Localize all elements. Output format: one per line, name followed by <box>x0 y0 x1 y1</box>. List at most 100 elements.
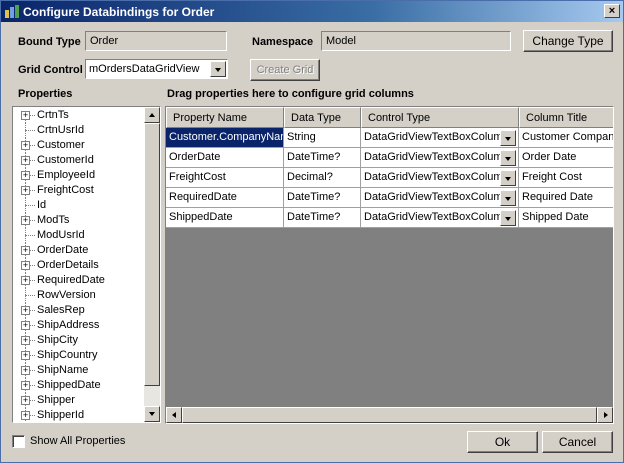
tree-item-label: ShippedDate <box>37 379 101 391</box>
chevron-down-icon[interactable] <box>500 210 516 226</box>
expand-icon[interactable]: + <box>21 351 30 360</box>
grid-control-select[interactable]: mOrdersDataGridView <box>85 59 228 79</box>
tree-item[interactable]: + ShipName <box>13 363 143 378</box>
cell-data-type[interactable]: DateTime? <box>284 188 361 208</box>
expand-icon[interactable]: + <box>21 276 30 285</box>
tree-item[interactable]: + CrtnTs <box>13 108 143 123</box>
tree-item-label: FreightCost <box>37 184 94 196</box>
expand-icon[interactable]: + <box>21 186 30 195</box>
column-header-column-title[interactable]: Column Title <box>519 107 613 128</box>
properties-tree[interactable]: + CrtnTs CrtnUsrId + Customer + CustomerId + Emp… <box>12 106 161 423</box>
tree-item[interactable]: CrtnUsrId <box>13 123 143 138</box>
tree-item[interactable]: + Shipper <box>13 393 143 408</box>
cell-control-type[interactable]: DataGridViewTextBoxColumn <box>361 148 519 168</box>
tree-vertical-scrollbar[interactable] <box>144 107 160 422</box>
tree-item[interactable]: + ShipCountry <box>13 348 143 363</box>
tree-item[interactable]: ModUsrId <box>13 228 143 243</box>
expand-icon[interactable]: + <box>21 381 30 390</box>
cell-data-type[interactable]: DateTime? <box>284 148 361 168</box>
tree-item-label: CrtnUsrId <box>37 124 85 136</box>
expand-icon[interactable]: + <box>21 396 30 405</box>
cell-data-type[interactable]: String <box>284 128 361 148</box>
app-icon <box>5 5 19 18</box>
create-grid-button[interactable]: Create Grid <box>250 59 320 81</box>
scroll-up-icon[interactable] <box>144 107 160 123</box>
tree-item[interactable]: + SalesRep <box>13 303 143 318</box>
tree-item-label: ModUsrId <box>37 229 85 241</box>
change-type-button[interactable]: Change Type <box>523 30 613 52</box>
cell-column-title[interactable]: Freight Cost <box>519 168 613 188</box>
expand-icon[interactable]: + <box>21 366 30 375</box>
cell-column-title[interactable]: Shipped Date <box>519 208 613 228</box>
chevron-down-icon[interactable] <box>500 150 516 166</box>
scroll-right-icon[interactable] <box>597 407 613 423</box>
tree-item[interactable]: + RequiredDate <box>13 273 143 288</box>
tree-item[interactable]: + ShippedDate <box>13 378 143 393</box>
tree-item[interactable]: + ShipAddress <box>13 318 143 333</box>
show-all-properties-checkbox[interactable] <box>12 435 25 448</box>
tree-item-label: Customer <box>37 139 85 151</box>
scroll-thumb[interactable] <box>144 123 160 386</box>
expand-icon[interactable]: + <box>21 411 30 420</box>
cell-column-title[interactable]: Customer Company Name <box>519 128 613 148</box>
grid-instruction: Drag properties here to configure grid c… <box>167 88 414 100</box>
tree-item[interactable]: + Customer <box>13 138 143 153</box>
expand-icon[interactable]: + <box>21 111 30 120</box>
expand-icon[interactable]: + <box>21 261 30 270</box>
column-header-property-name[interactable]: Property Name <box>166 107 284 128</box>
cell-property-name[interactable]: RequiredDate <box>166 188 284 208</box>
scroll-left-icon[interactable] <box>166 407 182 423</box>
cell-property-name[interactable]: Customer.CompanyName <box>166 128 284 148</box>
tree-item[interactable]: + EmployeeId <box>13 168 143 183</box>
cell-data-type[interactable]: DateTime? <box>284 208 361 228</box>
tree-item[interactable]: + OrderDate <box>13 243 143 258</box>
cell-control-type[interactable]: DataGridViewTextBoxColumn <box>361 188 519 208</box>
column-header-data-type[interactable]: Data Type <box>284 107 361 128</box>
tree-item[interactable]: RowVersion <box>13 288 143 303</box>
tree-item-label: ShipAddress <box>37 319 100 331</box>
tree-branch-line <box>25 235 35 236</box>
tree-item-label: Shipper <box>37 394 75 406</box>
expand-icon[interactable]: + <box>21 141 30 150</box>
cell-control-type[interactable]: DataGridViewTextBoxColumn <box>361 128 519 148</box>
tree-item[interactable]: + FreightCost <box>13 183 143 198</box>
tree-item[interactable]: + OrderDetails <box>13 258 143 273</box>
cell-control-type[interactable]: DataGridViewTextBoxColumn <box>361 168 519 188</box>
cell-property-name[interactable]: FreightCost <box>166 168 284 188</box>
expand-icon[interactable]: + <box>21 336 30 345</box>
expand-icon[interactable]: + <box>21 171 30 180</box>
cancel-button[interactable]: Cancel <box>542 431 613 453</box>
ok-button[interactable]: Ok <box>467 431 538 453</box>
chevron-down-icon[interactable] <box>210 61 226 77</box>
scroll-down-icon[interactable] <box>144 406 160 422</box>
tree-item[interactable]: + ShipperId <box>13 408 143 422</box>
tree-item-label: Id <box>37 199 47 211</box>
tree-item[interactable]: + CustomerId <box>13 153 143 168</box>
cell-property-name[interactable]: ShippedDate <box>166 208 284 228</box>
expand-icon[interactable]: + <box>21 321 30 330</box>
expand-icon[interactable]: + <box>21 306 30 315</box>
title-bar[interactable]: Configure Databindings for Order × <box>1 1 623 22</box>
cell-column-title[interactable]: Required Date <box>519 188 613 208</box>
cell-data-type[interactable]: Decimal? <box>284 168 361 188</box>
chevron-down-icon[interactable] <box>500 190 516 206</box>
column-header-control-type[interactable]: Control Type <box>361 107 519 128</box>
cell-control-type[interactable]: DataGridViewTextBoxColumn <box>361 208 519 228</box>
columns-grid[interactable]: Property Name Data Type Control Type Col… <box>165 106 614 424</box>
bound-type-field: Order <box>85 31 227 51</box>
expand-icon[interactable]: + <box>21 246 30 255</box>
tree-item-label: EmployeeId <box>37 169 96 181</box>
close-icon[interactable]: × <box>604 4 620 18</box>
expand-icon[interactable]: + <box>21 216 30 225</box>
show-all-properties-label[interactable]: Show All Properties <box>30 435 125 447</box>
tree-item[interactable]: + ShipCity <box>13 333 143 348</box>
expand-icon[interactable]: + <box>21 156 30 165</box>
chevron-down-icon[interactable] <box>500 170 516 186</box>
tree-item[interactable]: Id <box>13 198 143 213</box>
cell-property-name[interactable]: OrderDate <box>166 148 284 168</box>
chevron-down-icon[interactable] <box>500 130 516 146</box>
tree-item[interactable]: + ModTs <box>13 213 143 228</box>
horizontal-scroll-thumb[interactable] <box>182 407 597 423</box>
cell-column-title[interactable]: Order Date <box>519 148 613 168</box>
grid-horizontal-scrollbar[interactable] <box>166 407 613 423</box>
